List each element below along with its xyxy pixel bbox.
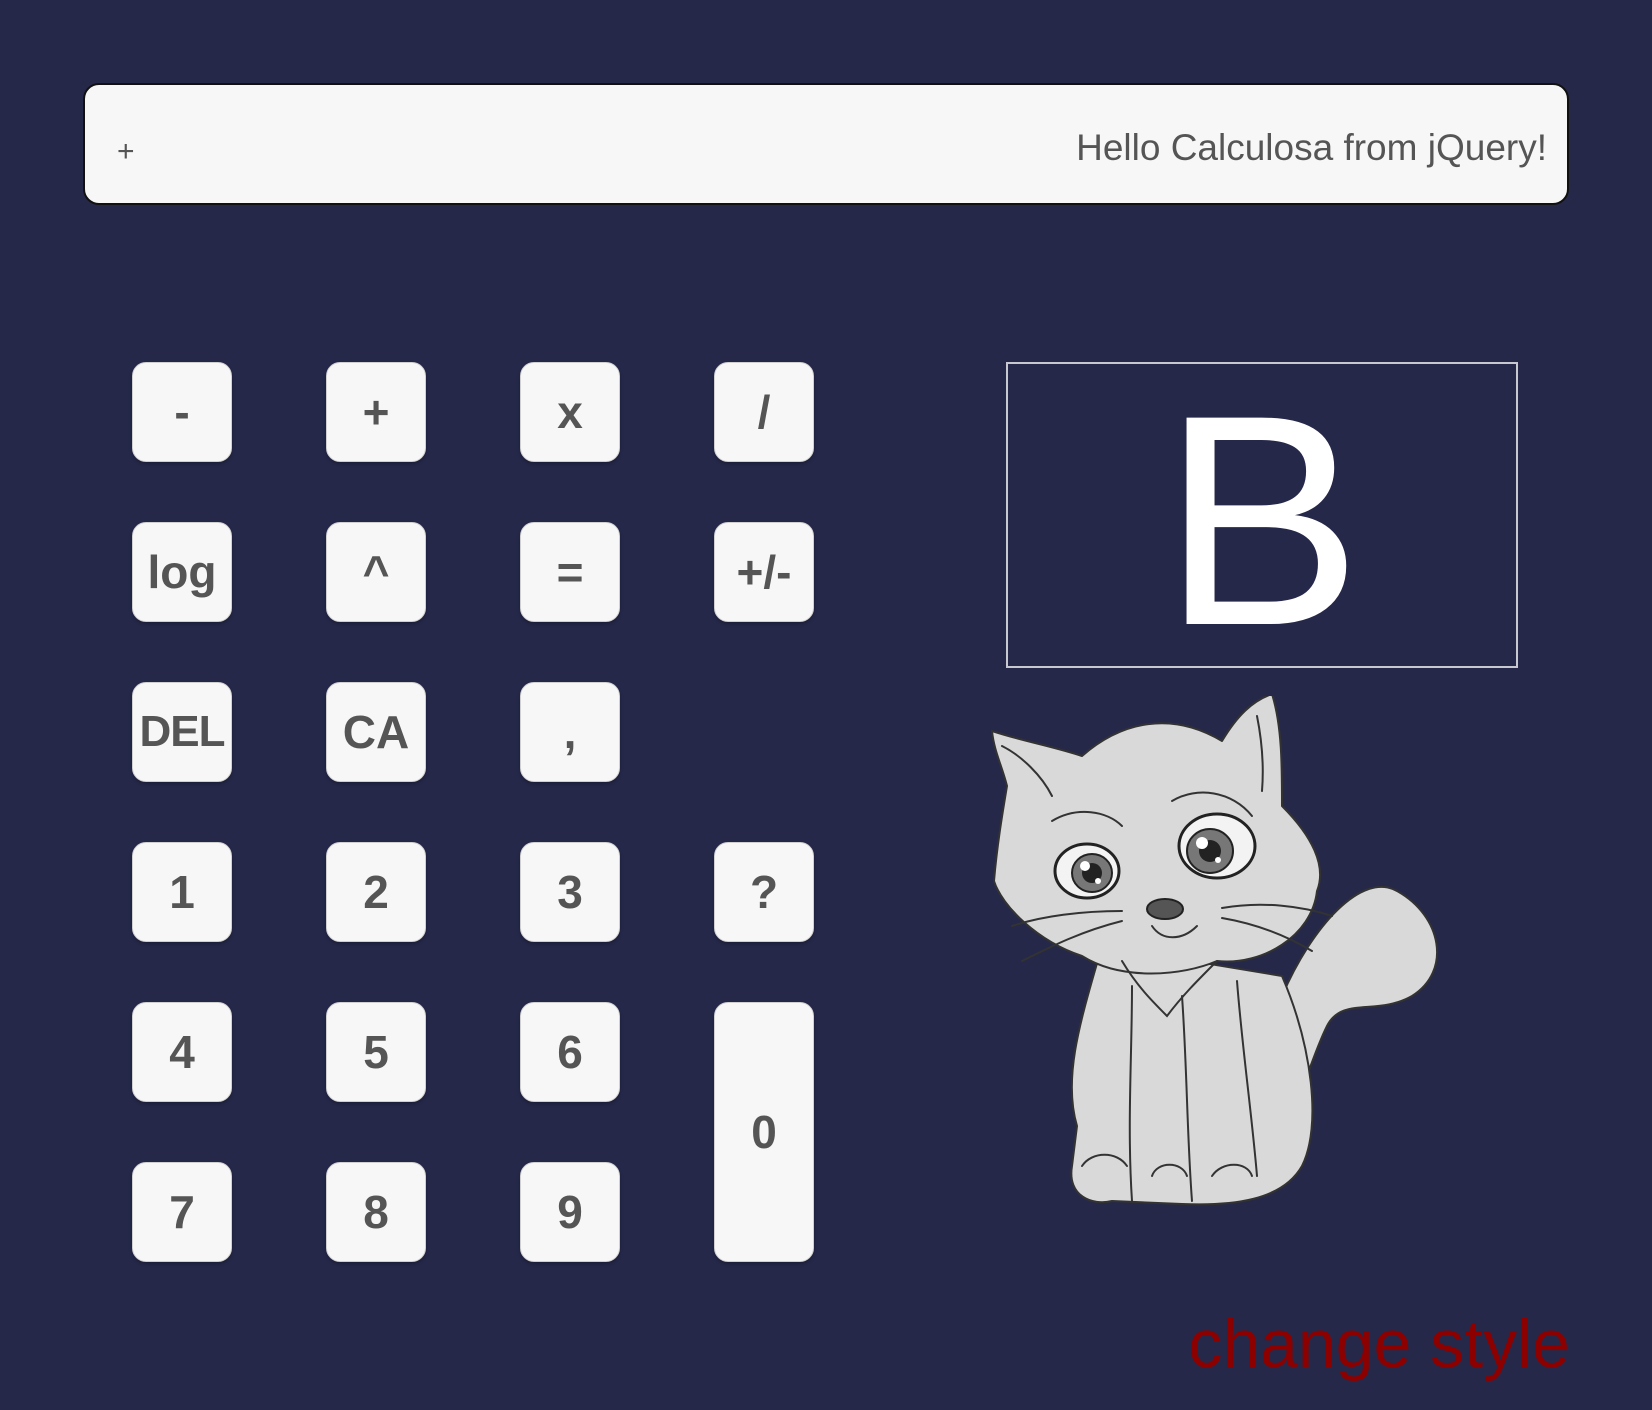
- log-button[interactable]: log: [132, 522, 232, 622]
- digit-7-button[interactable]: 7: [132, 1162, 232, 1262]
- plus-button[interactable]: +: [326, 362, 426, 462]
- help-button[interactable]: ?: [714, 842, 814, 942]
- digit-2-button[interactable]: 2: [326, 842, 426, 942]
- digit-4-button[interactable]: 4: [132, 1002, 232, 1102]
- sign-toggle-button[interactable]: +/-: [714, 522, 814, 622]
- digit-3-button[interactable]: 3: [520, 842, 620, 942]
- comma-button[interactable]: ,: [520, 682, 620, 782]
- bootstrap-logo: B: [1006, 352, 1518, 688]
- digit-1-button[interactable]: 1: [132, 842, 232, 942]
- equals-button[interactable]: =: [520, 522, 620, 622]
- cat-sketch-icon: [991, 696, 1438, 1206]
- divide-button[interactable]: /: [714, 362, 814, 462]
- digit-5-button[interactable]: 5: [326, 1002, 426, 1102]
- digit-0-button[interactable]: 0: [714, 1002, 814, 1262]
- calculator-display: + Hello Calculosa from jQuery!: [83, 83, 1569, 205]
- change-style-link[interactable]: change style: [1188, 1310, 1570, 1378]
- digit-8-button[interactable]: 8: [326, 1162, 426, 1262]
- display-value: Hello Calculosa from jQuery!: [1076, 127, 1547, 168]
- logo-letter: B: [1161, 352, 1363, 688]
- delete-button[interactable]: DEL: [132, 682, 232, 782]
- digit-6-button[interactable]: 6: [520, 1002, 620, 1102]
- multiply-button[interactable]: x: [520, 362, 620, 462]
- minus-button[interactable]: -: [132, 362, 232, 462]
- power-button[interactable]: ^: [326, 522, 426, 622]
- clear-all-button[interactable]: CA: [326, 682, 426, 782]
- display-operator: +: [117, 135, 135, 168]
- digit-9-button[interactable]: 9: [520, 1162, 620, 1262]
